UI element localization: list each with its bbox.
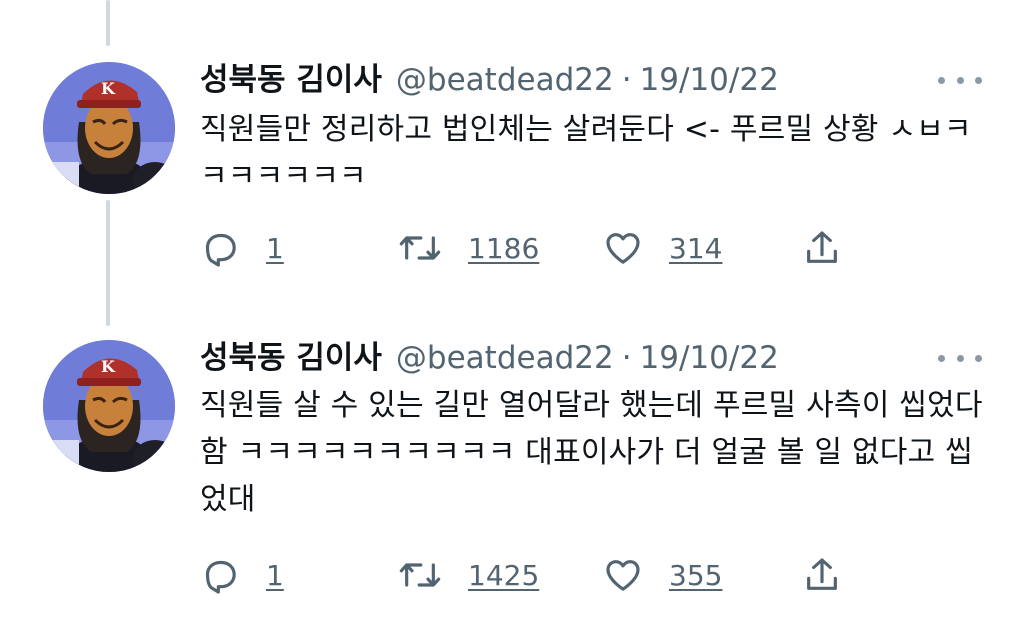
svg-text:ば: ば xyxy=(47,451,63,470)
retweet-button[interactable]: 1186 xyxy=(398,226,539,270)
reply-icon xyxy=(205,560,236,594)
reply-count[interactable]: 1 xyxy=(266,232,284,265)
more-horizontal-icon-dot xyxy=(975,354,982,362)
share-button[interactable] xyxy=(802,226,842,270)
svg-text:K: K xyxy=(101,79,116,98)
thread-line-top xyxy=(106,0,110,46)
more-options-button[interactable] xyxy=(938,336,982,380)
more-horizontal-icon-dot xyxy=(956,76,964,84)
tweet-header: 성북동 김이사 @beatdead22 · 19/10/22 xyxy=(200,58,779,102)
more-horizontal-icon xyxy=(938,76,945,84)
retweet-button[interactable]: 1425 xyxy=(398,553,539,597)
tweet[interactable]: K ば 성북동 김이사 @beatdead22 · 19/10/22 직원들만 … xyxy=(0,54,1024,284)
heart-icon xyxy=(606,233,640,264)
tweet-text: 직원들만 정리하고 법인체는 살려둔다 <- 푸르밀 상황 ㅅㅂㅋㅋㅋㅋㅋㅋㅋ xyxy=(200,112,972,194)
share-button[interactable] xyxy=(802,553,842,597)
more-options-button[interactable] xyxy=(938,58,982,102)
user-handle[interactable]: @beatdead22 xyxy=(396,336,614,380)
svg-text:ば: ば xyxy=(47,173,63,192)
tweet-actions: 1 1186 314 xyxy=(0,226,1024,270)
retweet-icon xyxy=(399,563,441,587)
svg-text:K: K xyxy=(101,357,116,376)
tweet[interactable]: K ば 성북동 김이사 @beatdead22 · 19/10/22 직원들 살… xyxy=(0,332,1024,612)
more-horizontal-icon-dot xyxy=(975,76,982,84)
separator-dot: · xyxy=(621,340,632,376)
reply-count[interactable]: 1 xyxy=(266,559,284,592)
tweet-date[interactable]: 19/10/22 xyxy=(640,58,779,102)
display-name[interactable]: 성북동 김이사 xyxy=(200,336,382,380)
more-horizontal-icon xyxy=(938,354,945,362)
like-count[interactable]: 314 xyxy=(669,232,722,265)
retweet-count[interactable]: 1425 xyxy=(468,559,539,592)
masked-figure-avatar-icon: K ば xyxy=(43,62,175,194)
reply-icon xyxy=(205,233,236,267)
reply-button[interactable]: 1 xyxy=(200,553,284,597)
user-handle[interactable]: @beatdead22 xyxy=(396,58,614,102)
avatar[interactable]: K ば xyxy=(43,62,175,194)
like-button[interactable]: 314 xyxy=(603,226,722,270)
separator-dot: · xyxy=(621,62,632,98)
masked-figure-avatar-icon: K ば xyxy=(43,340,175,472)
like-count[interactable]: 355 xyxy=(669,559,722,592)
tweet-header: 성북동 김이사 @beatdead22 · 19/10/22 xyxy=(200,336,779,380)
tweet-date[interactable]: 19/10/22 xyxy=(640,336,779,380)
retweet-icon xyxy=(399,236,441,260)
reply-button[interactable]: 1 xyxy=(200,226,284,270)
like-button[interactable]: 355 xyxy=(603,553,722,597)
avatar[interactable]: K ば xyxy=(43,340,175,472)
heart-icon xyxy=(606,560,640,591)
retweet-count[interactable]: 1186 xyxy=(468,232,539,265)
display-name[interactable]: 성북동 김이사 xyxy=(200,58,382,102)
share-icon xyxy=(807,231,837,263)
tweet-actions: 1 1425 355 xyxy=(0,553,1024,597)
tweet-text: 직원들 살 수 있는 길만 열어달라 했는데 푸르밀 사측이 씹었다함 ㅋㅋㅋㅋ… xyxy=(200,388,983,517)
share-icon xyxy=(807,558,837,590)
more-horizontal-icon-dot xyxy=(956,354,964,362)
